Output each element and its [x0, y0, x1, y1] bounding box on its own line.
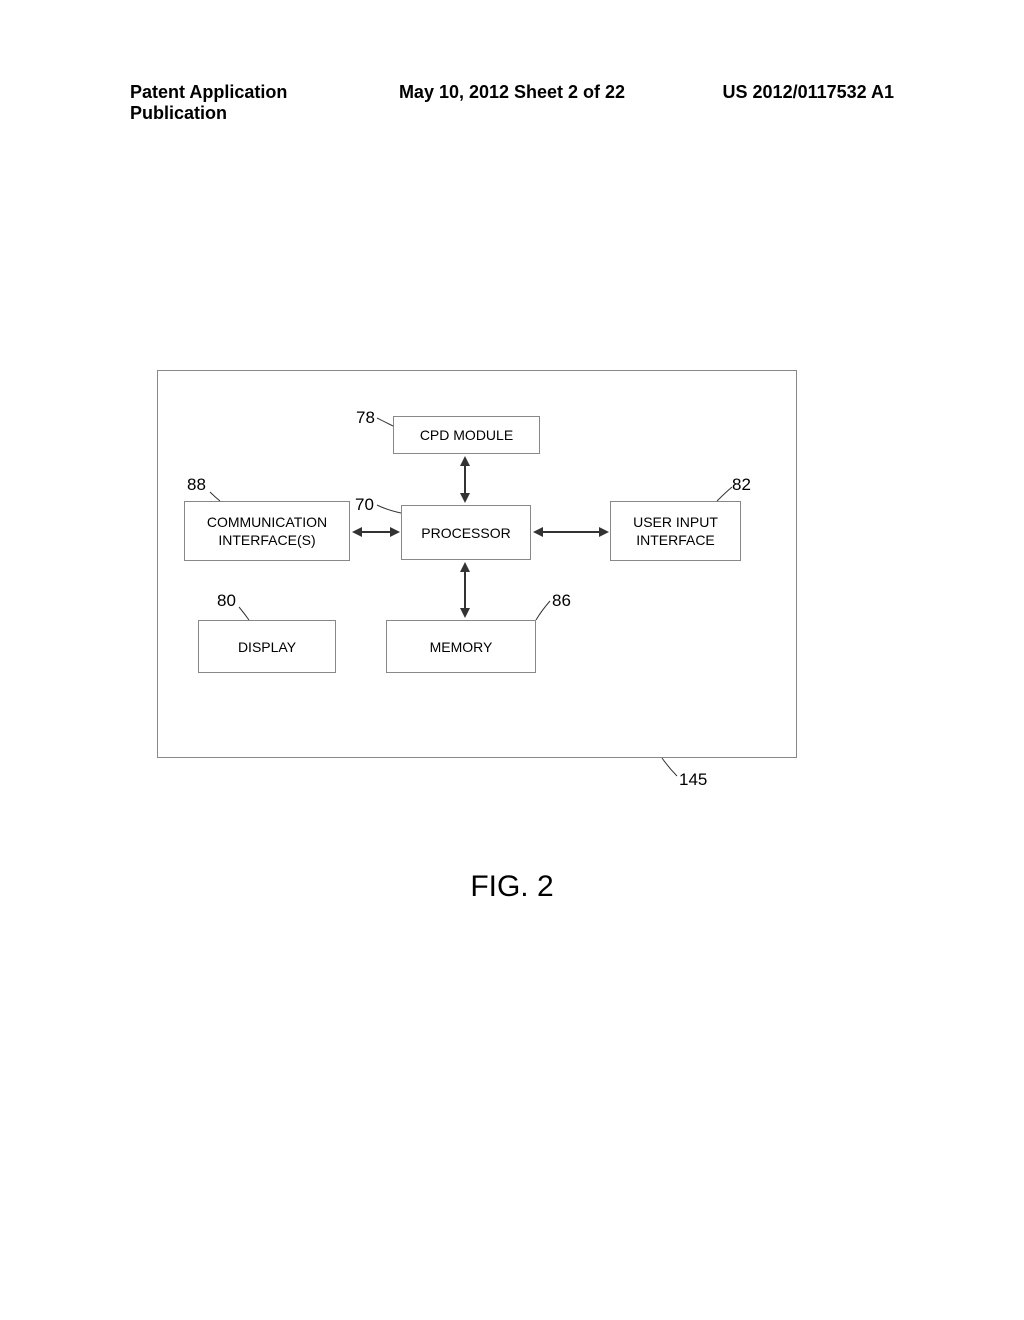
header-date-sheet: May 10, 2012 Sheet 2 of 22 [385, 82, 640, 124]
cpd-module-block: CPD MODULE [393, 416, 540, 454]
page-header: Patent Application Publication May 10, 2… [0, 82, 1024, 124]
user-input-interface-block: USER INPUT INTERFACE [610, 501, 741, 561]
display-block: DISPLAY [198, 620, 336, 673]
leader-145 [662, 758, 677, 776]
ref-label-82: 82 [732, 475, 751, 495]
header-application-number: US 2012/0117532 A1 [639, 82, 894, 124]
ref-label-70: 70 [355, 495, 374, 515]
header-publication: Patent Application Publication [130, 82, 385, 124]
ref-label-78: 78 [356, 408, 375, 428]
communication-interface-block: COMMUNICATION INTERFACE(S) [184, 501, 350, 561]
figure-caption: FIG. 2 [0, 870, 1024, 904]
ref-label-88: 88 [187, 475, 206, 495]
memory-block: MEMORY [386, 620, 536, 673]
processor-block: PROCESSOR [401, 505, 531, 560]
diagram: CPD MODULE PROCESSOR COMMUNICATION INTER… [157, 370, 797, 770]
ref-label-145: 145 [679, 770, 707, 790]
ref-label-80: 80 [217, 591, 236, 611]
ref-label-86: 86 [552, 591, 571, 611]
